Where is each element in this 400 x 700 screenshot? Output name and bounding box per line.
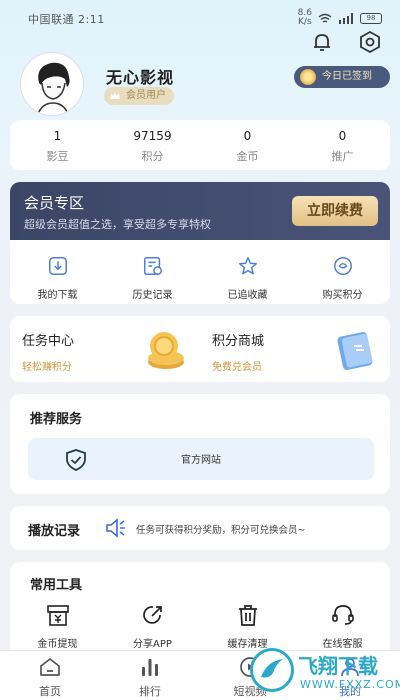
wifi-icon (318, 13, 332, 23)
share-app-button[interactable]: 分享APP (105, 602, 200, 650)
stat-coins[interactable]: 0 金币 (200, 120, 295, 170)
buy-points-button[interactable]: 购买积分 (295, 240, 390, 304)
wallet-icon (46, 605, 69, 626)
quick-actions: 我的下载 历史记录 已追收藏 购买积分 (10, 240, 390, 304)
carrier-time: 中国联通 2:11 (28, 13, 105, 26)
card-icon (337, 331, 373, 371)
stat-points[interactable]: 97159 积分 (105, 120, 200, 170)
play-history[interactable]: 播放记录 任务可获得积分奖励，积分可兑换会员~ (10, 506, 390, 550)
favorites-button[interactable]: 已追收藏 (200, 240, 295, 304)
headset-icon (331, 605, 354, 625)
settings-icon[interactable] (358, 30, 382, 54)
official-site-button[interactable]: 官方网站 (28, 438, 374, 480)
history-icon (143, 257, 162, 275)
withdraw-coins-button[interactable]: 金币提现 (10, 602, 105, 650)
vip-banner: 会员专区 超级会员超值之选，享受超多专享特权 立即续费 (10, 182, 390, 240)
download-button[interactable]: 我的下载 (10, 240, 105, 304)
bird-logo-icon (261, 659, 283, 678)
stat-promotion[interactable]: 0 推广 (295, 120, 390, 170)
download-icon (48, 257, 67, 275)
battery-icon: 98 (360, 12, 382, 24)
profile-header: 无心影视 会员用户 今日已签到 (20, 52, 390, 116)
task-panel: 任务中心 轻松赚积分 积分商城 免费兑会员 (10, 316, 390, 382)
signal-icon (339, 12, 353, 24)
home-icon (40, 658, 60, 676)
username: 无心影视 (106, 68, 175, 87)
bell-icon[interactable] (310, 30, 334, 54)
trash-icon (238, 605, 257, 626)
history-heading: 播放记录 (28, 524, 81, 539)
stat-beans[interactable]: 1 影豆 (10, 120, 105, 170)
watermark-logo (250, 648, 294, 692)
renew-button[interactable]: 立即续费 (292, 196, 378, 226)
top-actions (310, 30, 382, 54)
watermark-domain: WWW.FXXZ.COM (300, 678, 400, 691)
tools-heading: 常用工具 (30, 578, 83, 593)
points-mall-card[interactable]: 积分商城 免费兑会员 (200, 316, 390, 382)
customer-service-button[interactable]: 在线客服 (295, 602, 390, 650)
recommended-services: 推荐服务 官方网站 (10, 394, 390, 494)
task-center-card[interactable]: 任务中心 轻松赚积分 (10, 316, 200, 382)
avatar-illustration (21, 53, 83, 115)
notice-marquee: 任务可获得积分奖励，积分可兑换会员~ (136, 525, 306, 536)
member-badge: 会员用户 (104, 87, 174, 105)
avatar[interactable] (20, 52, 84, 116)
tab-ranking[interactable]: 排行 (100, 651, 200, 700)
vip-title: 会员专区 (24, 194, 85, 212)
points-icon (333, 257, 352, 275)
crown-icon (110, 92, 120, 99)
star-icon (238, 257, 257, 275)
clear-cache-button[interactable]: 缓存清理 (200, 602, 295, 650)
tab-home[interactable]: 首页 (0, 651, 100, 700)
network-speed: 8.6 K/s (297, 8, 312, 27)
speaker-icon (106, 518, 125, 538)
site-watermark: 飞翔下载 WWW.FXXZ.COM (250, 646, 400, 700)
vip-description: 超级会员超值之选，享受超多专享特权 (24, 218, 211, 231)
chart-icon (142, 659, 158, 676)
coin-icon (300, 69, 316, 85)
status-bar: 中国联通 2:11 8.6 K/s 98 (0, 0, 400, 34)
services-heading: 推荐服务 (30, 412, 83, 427)
stats-panel: 1 影豆 97159 积分 0 金币 0 推广 (10, 120, 390, 170)
history-button[interactable]: 历史记录 (105, 240, 200, 304)
signin-button[interactable]: 今日已签到 (294, 66, 390, 88)
status-icons: 8.6 K/s 98 (298, 9, 382, 27)
watermark-brand: 飞翔下载 (298, 654, 378, 678)
share-icon (142, 606, 162, 624)
coin-stack-icon (148, 332, 184, 369)
